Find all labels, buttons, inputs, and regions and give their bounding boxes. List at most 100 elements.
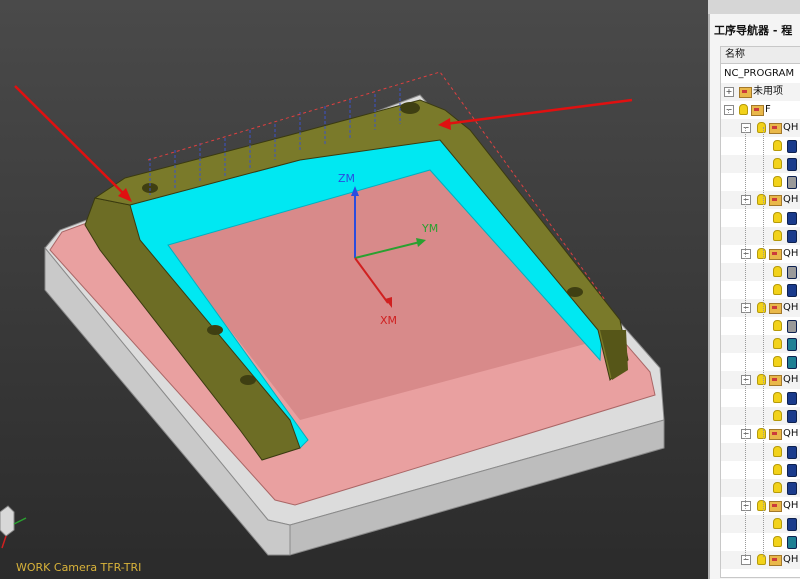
tree-row-group[interactable]: − QH	[721, 119, 800, 137]
tree-guide-line	[745, 127, 746, 559]
axis-z-label: ZM	[338, 172, 355, 185]
operation-icon	[787, 410, 797, 423]
tree-row-operation[interactable]	[721, 533, 800, 551]
group-label: QH	[783, 554, 799, 565]
status-bulb-icon	[739, 104, 748, 115]
program-folder-icon	[769, 429, 782, 440]
group-label: QH	[783, 428, 799, 439]
status-bulb-icon	[773, 446, 782, 457]
tree-guide-line	[763, 127, 764, 557]
program-folder-icon	[769, 303, 782, 314]
viewport-canvas[interactable]: ZM YM XM	[0, 0, 708, 579]
group-label: QH	[783, 122, 799, 133]
operation-icon	[787, 482, 797, 495]
status-bulb-icon	[773, 464, 782, 475]
collapse-icon[interactable]: −	[741, 123, 751, 133]
tree-row-root[interactable]: NC_PROGRAM	[721, 65, 800, 83]
operation-navigator-panel[interactable]: 工序导航器 - 程 名称 NC_PROGRAM + 未用项 − F − QH −…	[708, 14, 800, 579]
status-bulb-icon	[773, 536, 782, 547]
camera-label: WORK Camera TFR-TRI	[16, 561, 142, 574]
tree-row-group[interactable]: − QH	[721, 497, 800, 515]
tree-row-operation[interactable]	[721, 461, 800, 479]
status-bulb-icon	[757, 122, 766, 133]
status-bulb-icon	[773, 140, 782, 151]
tree-row-operation[interactable]	[721, 137, 800, 155]
status-bulb-icon	[757, 428, 766, 439]
program-folder-icon	[769, 123, 782, 134]
navigator-tree[interactable]: 名称 NC_PROGRAM + 未用项 − F − QH − QH − QH −…	[720, 46, 800, 578]
operation-icon	[787, 536, 797, 549]
operation-icon	[787, 230, 797, 243]
operation-icon	[787, 176, 797, 189]
tree-row-operation[interactable]	[721, 407, 800, 425]
tree-row-operation[interactable]	[721, 209, 800, 227]
graphics-viewport[interactable]: ZM YM XM WORK Camera TFR-TRI	[0, 0, 708, 579]
tree-row-group[interactable]: − QH	[721, 245, 800, 263]
unused-label: 未用项	[753, 86, 783, 97]
status-bulb-icon	[773, 338, 782, 349]
operation-icon	[787, 140, 797, 153]
program-folder-icon	[739, 87, 752, 98]
status-bulb-icon	[773, 392, 782, 403]
status-bulb-icon	[757, 194, 766, 205]
tree-row-operation[interactable]	[721, 317, 800, 335]
hole-mark	[400, 102, 420, 114]
status-bulb-icon	[773, 284, 782, 295]
status-bulb-icon	[757, 248, 766, 259]
status-bulb-icon	[757, 302, 766, 313]
operation-icon	[787, 446, 797, 459]
tree-row-operation[interactable]	[721, 389, 800, 407]
operation-icon	[787, 212, 797, 225]
axis-y-label: YM	[421, 222, 438, 235]
status-bulb-icon	[773, 212, 782, 223]
axis-x-label: XM	[380, 314, 397, 327]
collapse-icon[interactable]: −	[741, 249, 751, 259]
tree-row-operation[interactable]	[721, 353, 800, 371]
operation-icon	[787, 158, 797, 171]
root-label: NC_PROGRAM	[724, 68, 795, 79]
collapse-icon[interactable]: −	[741, 195, 751, 205]
collapse-icon[interactable]: −	[741, 303, 751, 313]
tree-row-folder-f[interactable]: − F	[721, 101, 800, 119]
tree-row-group[interactable]: − QH	[721, 299, 800, 317]
tree-row-operation[interactable]	[721, 335, 800, 353]
tree-row-operation[interactable]	[721, 479, 800, 497]
status-bulb-icon	[773, 266, 782, 277]
program-folder-icon	[769, 375, 782, 386]
status-bulb-icon	[773, 410, 782, 421]
tree-row-unused[interactable]: + 未用项	[721, 83, 800, 101]
status-bulb-icon	[773, 176, 782, 187]
status-bulb-icon	[757, 554, 766, 565]
operation-icon	[787, 464, 797, 477]
program-folder-icon	[769, 195, 782, 206]
tree-row-group[interactable]: − QH	[721, 191, 800, 209]
expand-icon[interactable]: +	[724, 87, 734, 97]
group-label: QH	[783, 500, 799, 511]
collapse-icon[interactable]: −	[741, 501, 751, 511]
tree-row-operation[interactable]	[721, 515, 800, 533]
status-bulb-icon	[773, 356, 782, 367]
group-label: QH	[783, 374, 799, 385]
collapse-icon[interactable]: −	[741, 429, 751, 439]
status-bulb-icon	[773, 230, 782, 241]
tree-row-operation[interactable]	[721, 443, 800, 461]
tree-row-group[interactable]: − QH	[721, 425, 800, 443]
tree-row-group[interactable]: − QH	[721, 371, 800, 389]
tree-row-operation[interactable]	[721, 173, 800, 191]
collapse-icon[interactable]: −	[724, 105, 734, 115]
column-header-name[interactable]: 名称	[721, 47, 800, 64]
collapse-icon[interactable]: −	[741, 375, 751, 385]
group-label: QH	[783, 302, 799, 313]
folder-f-label: F	[765, 104, 771, 115]
operation-icon	[787, 284, 797, 297]
tree-row-operation[interactable]	[721, 263, 800, 281]
tree-row-operation[interactable]	[721, 227, 800, 245]
tree-row-group[interactable]: − QH	[721, 551, 800, 569]
tree-row-operation[interactable]	[721, 281, 800, 299]
tree-row-operation[interactable]	[721, 155, 800, 173]
program-folder-icon	[769, 501, 782, 512]
group-label: QH	[783, 194, 799, 205]
collapse-icon[interactable]: −	[741, 555, 751, 565]
operation-icon	[787, 320, 797, 333]
navigator-title: 工序导航器 - 程	[714, 24, 793, 37]
